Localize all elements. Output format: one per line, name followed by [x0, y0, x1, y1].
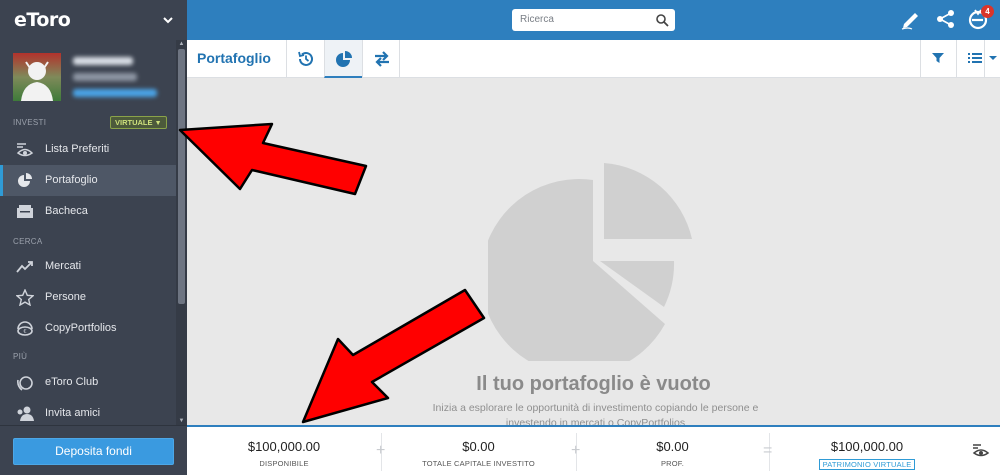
account-summary-bar: $100,000.00 DISPONIBILE + $0.00 TOTALE C…: [187, 425, 1000, 475]
sidebar-item-copyportfolios[interactable]: € CopyPortfolios: [0, 313, 176, 344]
share-icon[interactable]: [935, 8, 957, 30]
pie-chart-icon: [336, 51, 352, 67]
svg-text:€: €: [23, 329, 26, 335]
eye-list-icon: [16, 143, 34, 157]
equity-label-wrap: PATRIMONIO VIRTUALE: [769, 459, 965, 470]
virtual-mode-dropdown[interactable]: VIRTUALE ▼: [110, 116, 167, 129]
stat-virtual-equity: $100,000.00 PATRIMONIO VIRTUALE: [769, 427, 965, 475]
tab-portfolio-breakdown[interactable]: [324, 40, 362, 78]
stat-profit: $0.00 PROF.: [576, 427, 769, 475]
tab-transfers[interactable]: [362, 40, 400, 78]
invested-label: TOTALE CAPITALE INVESTITO: [422, 459, 535, 468]
sidebar-item-etoro-club[interactable]: eToro Club: [0, 367, 176, 398]
pie-chart-icon: [18, 173, 32, 187]
sidebar-item-portfolio[interactable]: Portafoglio: [0, 165, 176, 196]
profit-label: PROF.: [660, 459, 685, 468]
page-title: Portafoglio: [197, 50, 271, 66]
top-bar: Ricerca 4: [187, 0, 1000, 40]
sidebar-item-label: Invita amici: [45, 407, 101, 419]
available-label: DISPONIBILE: [259, 459, 309, 468]
view-options-dropdown[interactable]: [984, 40, 1000, 78]
section-label-investi: INVESTI: [13, 118, 47, 127]
club-icon: [17, 376, 33, 391]
search-icon[interactable]: [655, 13, 669, 27]
search-placeholder: Ricerca: [520, 14, 554, 25]
tab-history[interactable]: [286, 40, 324, 78]
user-profile[interactable]: [0, 40, 176, 112]
profit-value: $0.00: [656, 439, 689, 454]
fullname-blurred: [73, 73, 137, 81]
invested-value: $0.00: [462, 439, 495, 454]
profile-link-blurred: [73, 89, 157, 97]
section-label-cerca: CERCA: [13, 237, 43, 246]
sidebar-item-label: Persone: [45, 291, 86, 303]
sidebar-item-label: Portafoglio: [45, 174, 98, 186]
sidebar-item-label: Mercati: [45, 260, 82, 272]
scroll-up-icon[interactable]: ▲: [177, 40, 186, 48]
filter-icon: [932, 53, 944, 63]
copyportfolio-icon: €: [17, 321, 33, 336]
sidebar: eToro INVESTI VIRTUALE ▼ Lista Preferiti…: [0, 0, 187, 475]
search-input[interactable]: Ricerca: [512, 9, 675, 31]
equity-value: $100,000.00: [830, 439, 904, 454]
sidebar-item-people[interactable]: Persone: [0, 282, 176, 313]
portfolio-empty-state: Il tuo portafoglio è vuoto Inizia a espl…: [187, 78, 1000, 429]
invite-friends-icon: [17, 406, 34, 421]
empty-portfolio-pie-illustration: [488, 163, 692, 361]
sidebar-item-label: Lista Preferiti: [45, 143, 110, 155]
username-blurred: [73, 57, 133, 65]
avatar[interactable]: [13, 53, 61, 101]
sidebar-item-markets[interactable]: Mercati: [0, 251, 176, 282]
equity-label: PATRIMONIO VIRTUALE: [818, 459, 916, 470]
history-icon: [298, 51, 313, 66]
deposit-area: Deposita fondi: [0, 425, 187, 475]
sidebar-item-label: Bacheca: [45, 205, 88, 217]
etoro-logo[interactable]: eToro: [14, 9, 71, 31]
watch-eye-icon[interactable]: [972, 442, 990, 458]
sidebar-item-label: CopyPortfolios: [45, 322, 117, 334]
caret-down-icon: [989, 56, 997, 60]
news-feed-icon: [17, 205, 33, 218]
notification-badge: 4: [981, 5, 994, 18]
portfolio-tab-bar: Portafoglio: [187, 40, 1000, 78]
sidebar-scrollbar[interactable]: ▲ ▼: [176, 40, 187, 425]
sidebar-item-news-feed[interactable]: Bacheca: [0, 196, 176, 227]
scrollbar-thumb[interactable]: [178, 49, 185, 304]
section-label-piu: PIÙ: [13, 352, 28, 361]
sidebar-item-label: eToro Club: [45, 376, 99, 388]
available-value: $100,000.00: [247, 439, 321, 454]
menu-collapse-icon[interactable]: [159, 11, 177, 29]
swap-arrows-icon: [375, 51, 389, 67]
virtual-badge-label: VIRTUALE: [115, 118, 153, 127]
stat-available: $100,000.00 DISPONIBILE: [187, 427, 381, 475]
stat-total-invested: $0.00 TOTALE CAPITALE INVESTITO: [381, 427, 576, 475]
sidebar-item-watchlist[interactable]: Lista Preferiti: [0, 134, 176, 165]
deposit-funds-button[interactable]: Deposita fondi: [13, 438, 174, 465]
scroll-down-icon[interactable]: ▼: [177, 417, 186, 425]
filter-button[interactable]: [920, 40, 956, 78]
logo-bar: eToro: [0, 0, 187, 40]
empty-state-title: Il tuo portafoglio è vuoto: [476, 373, 711, 395]
list-icon: [968, 53, 982, 63]
trend-up-icon: [16, 261, 33, 273]
caret-down-icon: ▼: [154, 120, 162, 127]
edit-pencil-icon[interactable]: [900, 8, 922, 30]
star-icon: [16, 289, 34, 306]
list-view-button[interactable]: [956, 40, 984, 78]
